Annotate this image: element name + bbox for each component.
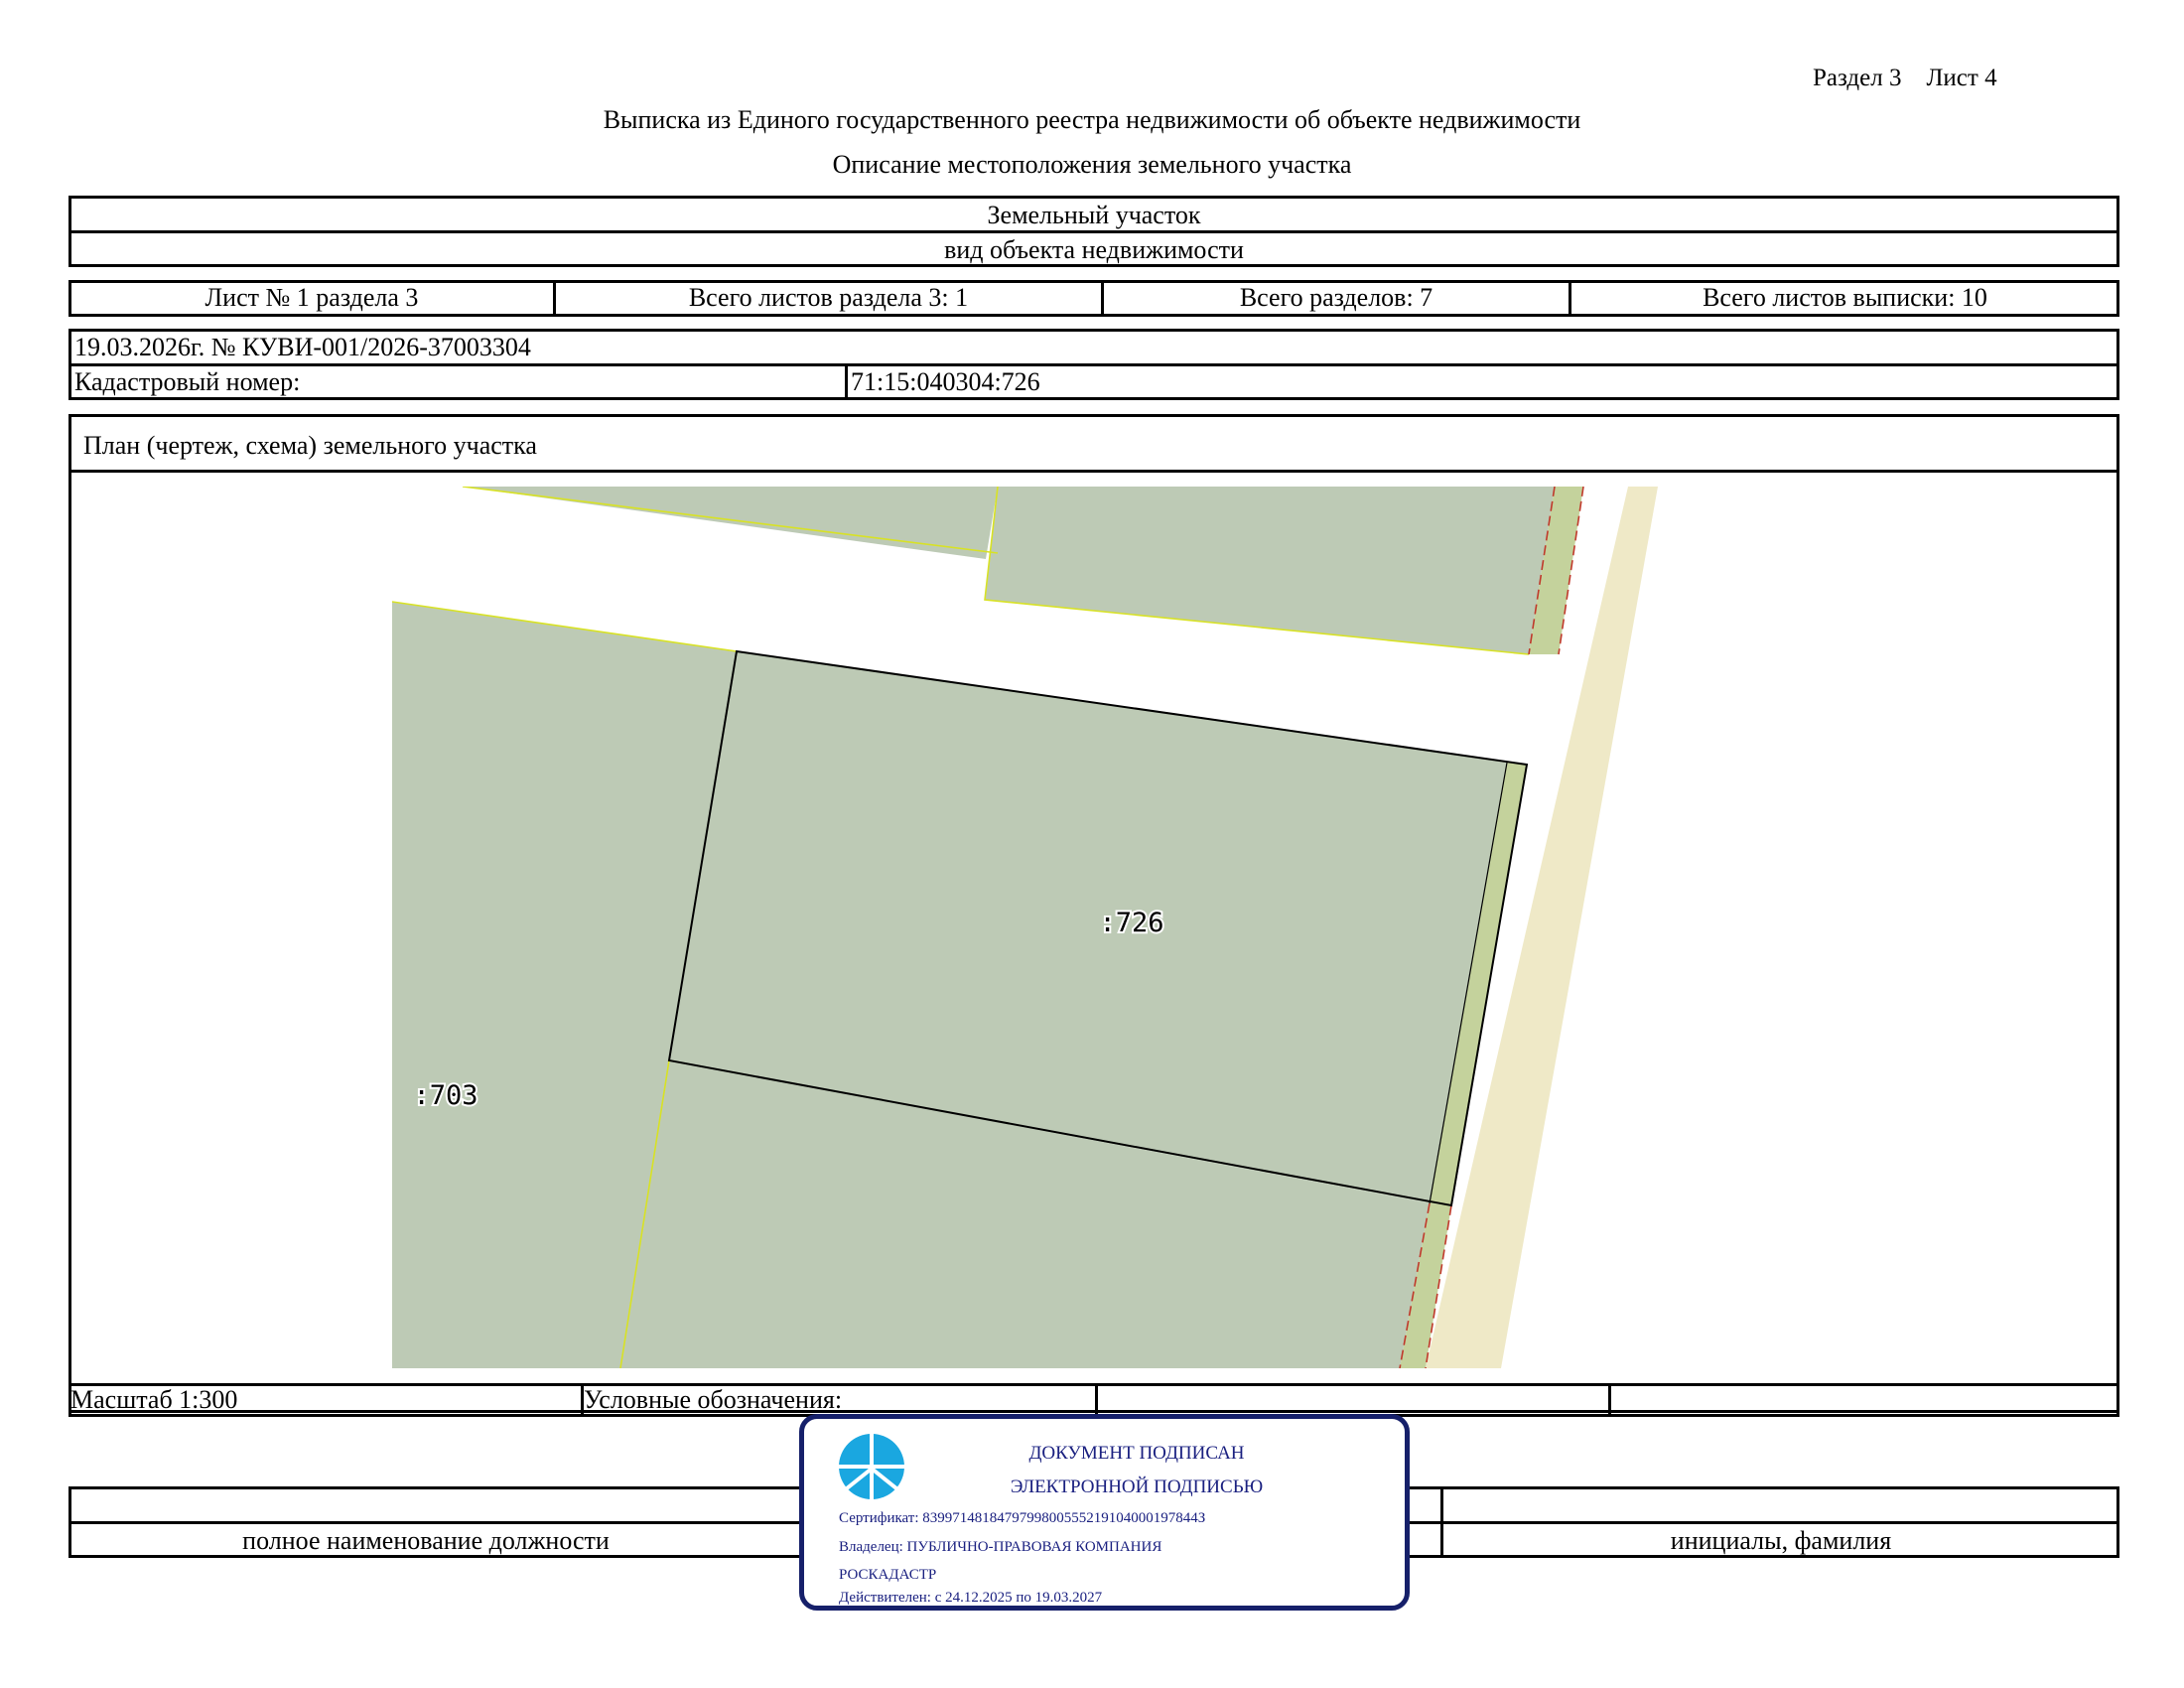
position-caption: полное наименование должности	[242, 1526, 610, 1555]
divider	[1095, 1383, 1098, 1417]
neighbor-parcel	[463, 487, 998, 559]
neighbor-parcel	[985, 487, 1555, 654]
parcel-label-703: :703	[413, 1080, 478, 1111]
roskadastr-logo-icon	[839, 1434, 904, 1499]
stamp-valid: Действителен: с 24.12.2025 по 19.03.2027	[839, 1590, 1103, 1606]
legend-label: Условные обозначения:	[584, 1385, 843, 1414]
parcel-label-726: :726	[1099, 908, 1163, 938]
divider	[1608, 1383, 1611, 1417]
scale-label: Масштаб 1:300	[70, 1385, 238, 1414]
e-signature-stamp: ДОКУМЕНТ ПОДПИСАН ЭЛЕКТРОННОЙ ПОДПИСЬЮ С…	[799, 1414, 1410, 1611]
name-caption: инициалы, фамилия	[1670, 1526, 1892, 1555]
stamp-certificate: Сертификат: 8399714818479799800555219104…	[839, 1510, 1206, 1526]
stamp-line2: ЭЛЕКТРОННОЙ ПОДПИСЬЮ	[1010, 1477, 1264, 1497]
stamp-owner-cont: РОСКАДАСТР	[839, 1567, 937, 1583]
legend-row	[68, 1383, 2119, 1417]
stamp-line1: ДОКУМЕНТ ПОДПИСАН	[1028, 1443, 1245, 1464]
stamp-owner: Владелец: ПУБЛИЧНО-ПРАВОВАЯ КОМПАНИЯ	[839, 1539, 1162, 1555]
